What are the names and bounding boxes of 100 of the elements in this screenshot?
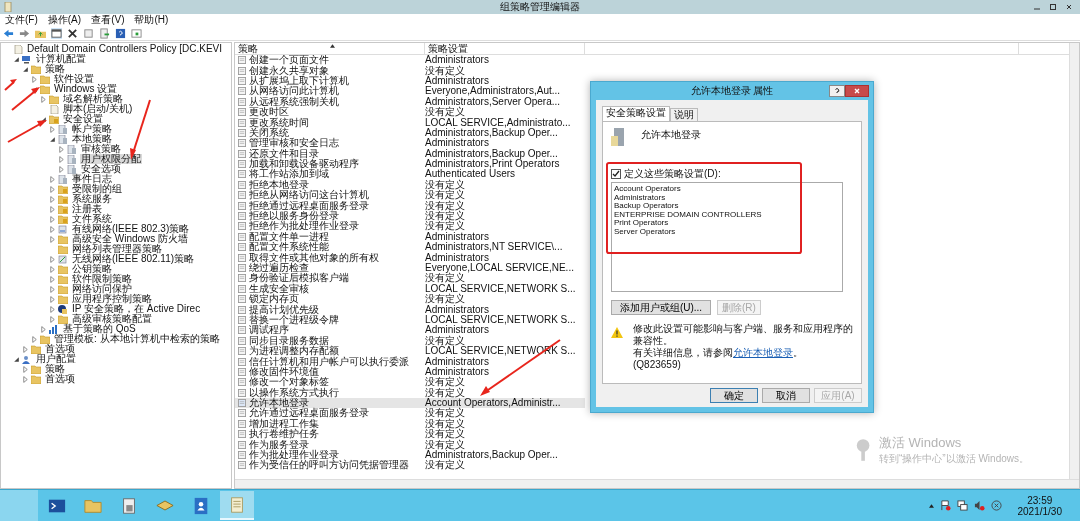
tab[interactable]: 安全策略设置 — [602, 106, 670, 121]
tree-item[interactable]: IP 安全策略，在 Active Direc — [71, 304, 202, 314]
policy-row[interactable]: 拒绝作为批处理作业登录 没有定义 — [235, 221, 585, 232]
tree-item[interactable]: 事件日志 — [71, 174, 113, 184]
tree-item[interactable]: 安全设置 — [62, 114, 104, 124]
tab[interactable]: 说明 — [670, 108, 698, 121]
tree-item[interactable]: 文件系统 — [71, 214, 113, 224]
tree-item[interactable]: 软件设置 — [53, 74, 95, 84]
column-header[interactable]: 策略设置 — [425, 43, 585, 54]
dialog-button[interactable]: 确定 — [710, 388, 758, 403]
tree-item[interactable]: 审核策略 — [80, 144, 122, 154]
policy-row[interactable]: 作为服务登录 没有定义 — [235, 439, 585, 450]
checkbox-label[interactable]: 定义这些策略设置(D): — [624, 168, 721, 179]
policy-row[interactable]: 同步目录服务数据 没有定义 — [235, 335, 585, 346]
policy-row[interactable]: 修改固件环境值 Administrators — [235, 366, 585, 378]
policy-row[interactable]: 信任计算机和用户帐户可以执行委派 Administrators — [235, 356, 585, 367]
tree-item[interactable]: 本地策略 — [71, 134, 113, 144]
expand-arrow-icon[interactable] — [31, 335, 38, 343]
tree-item[interactable]: 管理模板: 从本地计算机中检索的策略 — [53, 334, 221, 344]
tree-item[interactable]: 脚本(启动/关机) — [62, 104, 134, 114]
tree-item[interactable]: 公钥策略 — [71, 264, 113, 274]
expand-arrow-icon[interactable] — [49, 235, 56, 243]
help-button[interactable] — [829, 85, 845, 97]
list-item[interactable]: ENTERPRISE DOMAIN CONTROLLERS — [614, 210, 762, 219]
properties-icon[interactable] — [83, 27, 94, 39]
expand-arrow-icon[interactable] — [49, 185, 56, 193]
maximize-icon[interactable] — [1048, 2, 1058, 12]
expand-arrow-icon[interactable] — [58, 165, 65, 173]
policy-row[interactable]: 以操作系统方式执行 没有定义 — [235, 387, 585, 398]
list-item[interactable]: Account Operators — [614, 185, 681, 194]
policy-row[interactable]: 拒绝以服务身份登录 没有定义 — [235, 210, 585, 222]
expand-arrow-icon[interactable] — [49, 225, 56, 233]
expand-arrow-icon[interactable] — [49, 275, 56, 283]
collapse-arrow-icon[interactable] — [22, 65, 29, 73]
expand-arrow-icon[interactable] — [49, 315, 56, 323]
checkbox[interactable] — [611, 168, 621, 179]
expand-arrow-icon[interactable] — [22, 375, 29, 383]
tree-item[interactable]: 用户配置 — [35, 354, 77, 364]
back-icon[interactable] — [3, 27, 14, 39]
policy-row[interactable]: 取得文件或其他对象的所有权 Administrators — [235, 252, 585, 263]
taskbar-button[interactable] — [220, 491, 254, 520]
column-header[interactable]: 策略 — [235, 43, 425, 54]
policy-row[interactable]: 创建一个页面文件 Administrators — [235, 55, 585, 66]
close-circle-icon[interactable] — [990, 500, 1002, 511]
tree-item[interactable]: 注册表 — [71, 204, 103, 214]
network-icon[interactable] — [956, 500, 968, 511]
tree-item[interactable]: 受限制的组 — [71, 184, 123, 194]
expand-arrow-icon[interactable] — [49, 215, 56, 223]
expand-arrow-icon[interactable] — [49, 285, 56, 293]
policy-row[interactable]: 执行卷维护任务 没有定义 — [235, 429, 585, 440]
expand-arrow-icon[interactable] — [49, 255, 56, 263]
expand-arrow-icon[interactable] — [40, 95, 47, 103]
clock[interactable]: 23:59 2021/1/30 — [1017, 494, 1062, 517]
policy-row[interactable]: 作为受信任的呼叫方访问凭据管理器 没有定义 — [235, 460, 585, 471]
policy-row[interactable]: 修改一个对象标签 没有定义 — [235, 377, 585, 388]
show-hidden-icon[interactable] — [928, 503, 934, 508]
policy-row[interactable]: 更改时区 没有定义 — [235, 106, 585, 118]
tree-item[interactable]: 用户权限分配 — [80, 154, 142, 164]
menu-item[interactable]: 操作(A) — [47, 14, 82, 26]
tree-item[interactable]: 首选项 — [44, 374, 76, 384]
pane-icon[interactable] — [131, 27, 142, 39]
policy-row[interactable]: 允许本地登录 Account Operators,Administr... — [235, 397, 585, 409]
expand-arrow-icon[interactable] — [49, 195, 56, 203]
menu-item[interactable]: 帮助(H) — [134, 14, 169, 26]
delete-icon[interactable] — [67, 27, 78, 39]
expand-arrow-icon[interactable] — [49, 205, 56, 213]
policy-row[interactable]: 创建永久共享对象 没有定义 — [235, 65, 585, 76]
policy-row[interactable]: 从远程系统强制关机 Administrators,Server Opera... — [235, 96, 585, 107]
tree-item[interactable]: 系统服务 — [71, 194, 113, 204]
speaker-icon[interactable] — [973, 500, 985, 511]
tree-item[interactable]: 无线网络(IEEE 802.11)策略 — [71, 254, 196, 264]
close-icon[interactable] — [1064, 2, 1074, 12]
tree-item[interactable]: 有线网络(IEEE 802.3)策略 — [71, 224, 191, 234]
tree-item[interactable]: 首选项 — [44, 344, 76, 354]
policy-row[interactable]: 管理审核和安全日志 Administrators — [235, 138, 585, 149]
list-item[interactable]: Print Operators — [614, 219, 669, 228]
tree-item[interactable]: Default Domain Controllers Policy [DC.KEVI — [26, 44, 224, 54]
tree-item[interactable]: 域名解析策略 — [62, 94, 124, 104]
list-item[interactable]: Server Operators — [614, 227, 676, 236]
policy-row[interactable]: 生成安全审核 LOCAL SERVICE,NETWORK S... — [235, 283, 585, 294]
close-button[interactable] — [845, 85, 869, 97]
expand-arrow-icon[interactable] — [49, 295, 56, 303]
menu-item[interactable]: 文件(F) — [5, 14, 38, 26]
tree-item[interactable]: 网络访问保护 — [71, 284, 133, 294]
policy-row[interactable]: 调试程序 Administrators — [235, 325, 585, 336]
policy-row[interactable]: 更改系统时间 LOCAL SERVICE,Administrato... — [235, 117, 585, 128]
policy-row[interactable]: 从网络访问此计算机 Everyone,Administrators,Aut... — [235, 86, 585, 97]
flag-icon[interactable] — [939, 500, 951, 511]
policy-row[interactable]: 加载和卸载设备驱动程序 Administrators,Print Operators — [235, 158, 585, 170]
expand-arrow-icon[interactable] — [49, 265, 56, 273]
tree-item[interactable]: Windows 设置 — [53, 84, 119, 94]
collapse-arrow-icon[interactable] — [49, 135, 56, 143]
tree-item[interactable]: 策略 — [44, 64, 66, 74]
expand-arrow-icon[interactable] — [58, 155, 65, 163]
policy-row[interactable]: 拒绝从网络访问这台计算机 没有定义 — [235, 190, 585, 201]
tree-item[interactable]: 策略 — [44, 364, 66, 374]
add-button[interactable]: 添加用户或组(U)... — [611, 300, 711, 315]
tree-item[interactable]: 应用程序控制策略 — [71, 294, 153, 304]
policy-row[interactable]: 锁定内存页 没有定义 — [235, 294, 585, 305]
menu-item[interactable]: 查看(V) — [91, 14, 125, 26]
